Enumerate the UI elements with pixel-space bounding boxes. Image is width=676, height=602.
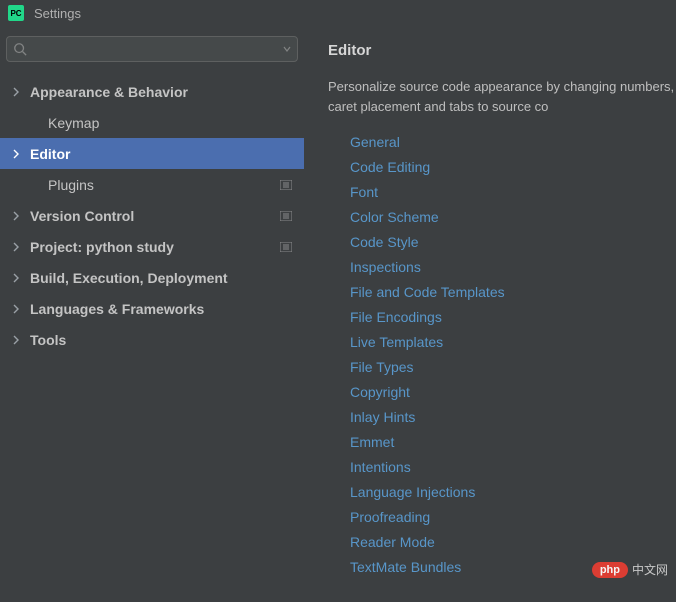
sidebar-item-editor[interactable]: Editor [0,138,304,169]
editor-link-language-injections[interactable]: Language Injections [350,484,475,500]
editor-link-file-types[interactable]: File Types [350,359,414,375]
content-area: Appearance & Behavior Keymap Editor Plugins… [0,26,676,602]
list-item: Emmet [350,434,676,452]
editor-link-code-style[interactable]: Code Style [350,234,418,250]
sidebar: Appearance & Behavior Keymap Editor Plugins… [0,26,304,602]
chevron-right-icon [12,211,30,221]
main-panel: Editor Personalize source code appearanc… [304,26,676,602]
editor-link-intentions[interactable]: Intentions [350,459,411,475]
sidebar-item-label: Tools [30,332,66,348]
sidebar-item-label: Build, Execution, Deployment [30,270,228,286]
editor-link-color-scheme[interactable]: Color Scheme [350,209,439,225]
list-item: Live Templates [350,334,676,352]
list-item: Copyright [350,384,676,402]
search-input[interactable] [31,42,283,56]
editor-links-list: General Code Editing Font Color Scheme Code … [328,134,676,577]
list-item: Proofreading [350,509,676,527]
editor-link-file-encodings[interactable]: File Encodings [350,309,442,325]
list-item: Color Scheme [350,209,676,227]
editor-link-textmate-bundles[interactable]: TextMate Bundles [350,559,461,575]
editor-link-copyright[interactable]: Copyright [350,384,410,400]
editor-link-emmet[interactable]: Emmet [350,434,394,450]
titlebar: Settings [0,0,676,26]
chevron-right-icon [12,87,30,97]
page-description: Personalize source code appearance by ch… [328,77,676,116]
list-item: Language Injections [350,484,676,502]
editor-link-live-templates[interactable]: Live Templates [350,334,443,350]
editor-link-inspections[interactable]: Inspections [350,259,421,275]
sidebar-item-appearance-behavior[interactable]: Appearance & Behavior [0,76,304,107]
sidebar-item-keymap[interactable]: Keymap [0,107,304,138]
project-scope-icon [280,242,292,252]
chevron-down-icon[interactable] [283,40,291,58]
watermark-badge: php [592,562,628,578]
list-item: Inlay Hints [350,409,676,427]
sidebar-item-tools[interactable]: Tools [0,324,304,355]
sidebar-item-build-execution-deployment[interactable]: Build, Execution, Deployment [0,262,304,293]
sidebar-item-label: Version Control [30,208,134,224]
window-title: Settings [34,6,81,21]
settings-tree: Appearance & Behavior Keymap Editor Plugins… [0,68,304,355]
sidebar-item-version-control[interactable]: Version Control [0,200,304,231]
chevron-right-icon [12,242,30,252]
editor-link-inlay-hints[interactable]: Inlay Hints [350,409,415,425]
sidebar-item-label: Plugins [48,177,94,193]
list-item: Font [350,184,676,202]
sidebar-item-label: Appearance & Behavior [30,84,188,100]
list-item: Code Style [350,234,676,252]
list-item: Inspections [350,259,676,277]
sidebar-item-project-python-study[interactable]: Project: python study [0,231,304,262]
list-item: General [350,134,676,152]
editor-link-general[interactable]: General [350,134,400,150]
editor-link-font[interactable]: Font [350,184,378,200]
chevron-right-icon [12,149,30,159]
list-item: Code Editing [350,159,676,177]
search-wrap [0,26,304,68]
sidebar-item-languages-frameworks[interactable]: Languages & Frameworks [0,293,304,324]
editor-link-code-editing[interactable]: Code Editing [350,159,430,175]
sidebar-item-label: Languages & Frameworks [30,301,204,317]
page-title: Editor [328,42,676,59]
editor-link-file-and-code-templates[interactable]: File and Code Templates [350,284,505,300]
chevron-right-icon [12,335,30,345]
search-box[interactable] [6,36,298,62]
list-item: File and Code Templates [350,284,676,302]
sidebar-item-plugins[interactable]: Plugins [0,169,304,200]
sidebar-item-label: Editor [30,146,70,162]
chevron-right-icon [12,273,30,283]
editor-link-reader-mode[interactable]: Reader Mode [350,534,435,550]
project-scope-icon [280,180,292,190]
editor-link-proofreading[interactable]: Proofreading [350,509,430,525]
list-item: Reader Mode [350,534,676,552]
list-item: Intentions [350,459,676,477]
chevron-right-icon [12,304,30,314]
watermark-text: 中文网 [632,561,668,578]
sidebar-item-label: Keymap [48,115,99,131]
search-icon [13,42,27,56]
project-scope-icon [280,211,292,221]
list-item: File Encodings [350,309,676,327]
app-icon [8,5,24,21]
sidebar-item-label: Project: python study [30,239,174,255]
list-item: File Types [350,359,676,377]
watermark: php 中文网 [592,561,668,578]
